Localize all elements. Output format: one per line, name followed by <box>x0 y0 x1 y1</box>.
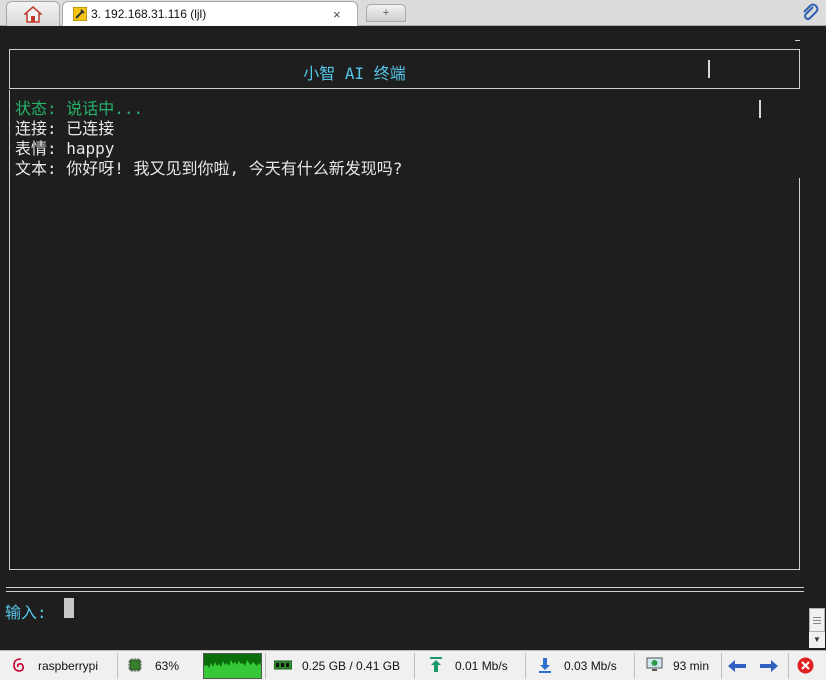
connection-line: 连接: 已连接 <box>15 119 115 138</box>
input-label: 输入: <box>5 603 47 622</box>
tab-session[interactable]: 3. 192.168.31.116 (ljl) × <box>62 1 358 26</box>
paperclip-icon[interactable] <box>800 3 820 23</box>
scrollbar[interactable]: ▼ <box>808 26 826 650</box>
arrow-left-icon[interactable] <box>727 659 747 673</box>
page-title: 小智 AI 终端 <box>303 64 406 83</box>
host-label: raspberrypi <box>38 659 99 673</box>
emotion-line: 表情: happy <box>15 139 115 158</box>
frame-right-gap <box>798 90 800 178</box>
cpu-icon <box>128 658 142 672</box>
debian-icon <box>13 658 24 672</box>
uptime: 93 min <box>673 659 710 673</box>
wrench-icon <box>73 7 87 21</box>
tab-bar: 3. 192.168.31.116 (ljl) × + <box>0 0 826 26</box>
text-line: 文本: 你好呀! 我又见到你啦, 今天有什么新发现吗? <box>15 159 403 178</box>
title-frame: 小智 AI 终端 <box>9 40 800 89</box>
frame-corner <box>795 40 800 46</box>
title-cursor <box>708 60 710 78</box>
cpu-graph <box>203 653 262 679</box>
divider <box>6 591 804 592</box>
home-tab[interactable] <box>6 1 60 26</box>
monitor-icon <box>646 657 663 671</box>
arrow-right-icon[interactable] <box>759 659 779 673</box>
input-cursor[interactable] <box>64 598 74 618</box>
divider <box>6 587 804 588</box>
status-line: 状态: 说话中... <box>15 99 144 118</box>
memory-usage: 0.25 GB / 0.41 GB <box>302 659 401 673</box>
scroll-down-icon[interactable]: ▼ <box>809 632 825 648</box>
tab-session-label: 3. 192.168.31.116 (ljl) <box>91 7 207 21</box>
new-tab-button[interactable]: + <box>366 4 406 22</box>
output-cursor <box>759 100 761 118</box>
download-speed: 0.03 Mb/s <box>564 659 617 673</box>
memory-icon <box>274 660 292 670</box>
close-circle-icon[interactable] <box>797 657 814 674</box>
cpu-usage: 63% <box>155 659 180 673</box>
download-arrow-icon <box>539 658 551 673</box>
scrollbar-thumb[interactable] <box>809 608 825 632</box>
terminal-area[interactable]: 小智 AI 终端 状态: 说话中... 连接: 已连接 表情: happy 文本… <box>0 26 808 650</box>
upload-arrow-icon <box>430 657 442 672</box>
close-icon[interactable]: × <box>333 7 341 22</box>
upload-speed: 0.01 Mb/s <box>455 659 508 673</box>
home-icon <box>24 6 42 23</box>
status-bar: raspberrypi 63% 0.25 GB / 0.41 GB 0.01 M… <box>0 650 826 680</box>
